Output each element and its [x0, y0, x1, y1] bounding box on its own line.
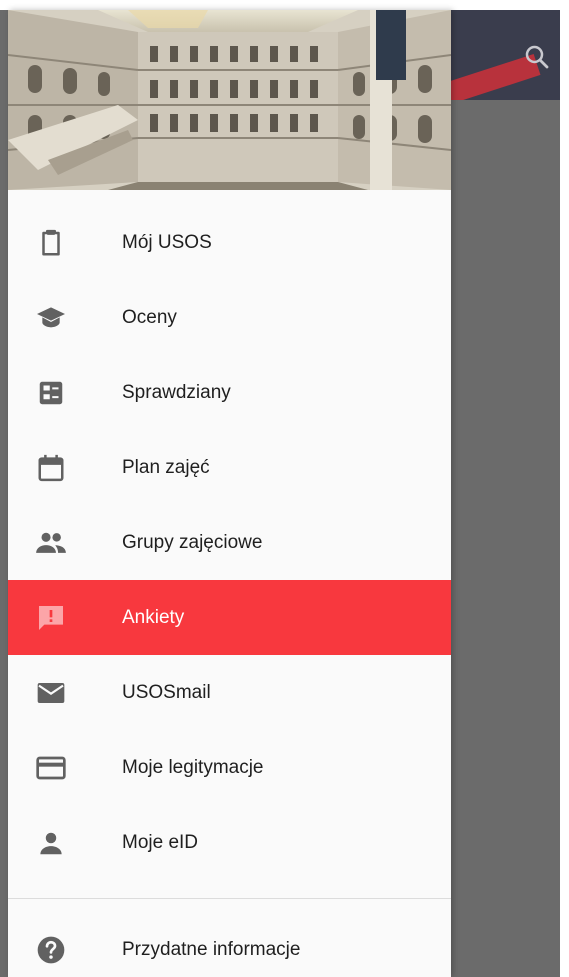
- card-icon: [34, 751, 68, 785]
- screen-edge-top: [0, 0, 569, 10]
- feedback-icon: [34, 601, 68, 635]
- clipboard-icon: [34, 226, 68, 260]
- menu-item-usosmail[interactable]: USOSmail: [8, 655, 451, 730]
- menu-item-przydatne-informacje[interactable]: Przydatne informacje: [8, 912, 451, 977]
- menu-item-sprawdziany[interactable]: Sprawdziany: [8, 355, 451, 430]
- menu-item-grupy-zajeciowe[interactable]: Grupy zajęciowe: [8, 505, 451, 580]
- menu-divider: [8, 898, 451, 899]
- menu-item-label: Mój USOS: [122, 231, 212, 253]
- screen-edge: [560, 0, 569, 977]
- help-icon: [34, 933, 68, 967]
- menu-item-plan-zajec[interactable]: Plan zajęć: [8, 430, 451, 505]
- menu-item-label: Oceny: [122, 306, 177, 328]
- menu-item-moj-usos[interactable]: Mój USOS: [8, 205, 451, 280]
- menu-item-label: Grupy zajęciowe: [122, 531, 263, 553]
- graduation-cap-icon: [34, 301, 68, 335]
- menu-item-oceny[interactable]: Oceny: [8, 280, 451, 355]
- checklist-icon: [34, 376, 68, 410]
- menu-item-label: Plan zajęć: [122, 456, 210, 478]
- person-icon: [34, 826, 68, 860]
- mail-icon: [34, 676, 68, 710]
- menu-item-label: Przydatne informacje: [122, 938, 301, 960]
- people-icon: [34, 526, 68, 560]
- navigation-drawer: Mój USOS Oceny Sprawdziany Plan zajęć Gr…: [8, 10, 451, 977]
- menu-item-label: Moje eID: [122, 831, 199, 853]
- menu-item-label: Ankiety: [122, 606, 185, 628]
- menu-item-label: Sprawdziany: [122, 381, 231, 403]
- drawer-header-image: [8, 10, 451, 190]
- menu-item-label: Moje legitymacje: [122, 756, 264, 778]
- search-icon[interactable]: [522, 42, 552, 72]
- menu-item-moje-eid[interactable]: Moje eID: [8, 805, 451, 880]
- menu-item-ankiety[interactable]: Ankiety: [8, 580, 451, 655]
- menu-item-moje-legitymacje[interactable]: Moje legitymacje: [8, 730, 451, 805]
- calendar-icon: [34, 451, 68, 485]
- menu-item-label: USOSmail: [122, 681, 211, 703]
